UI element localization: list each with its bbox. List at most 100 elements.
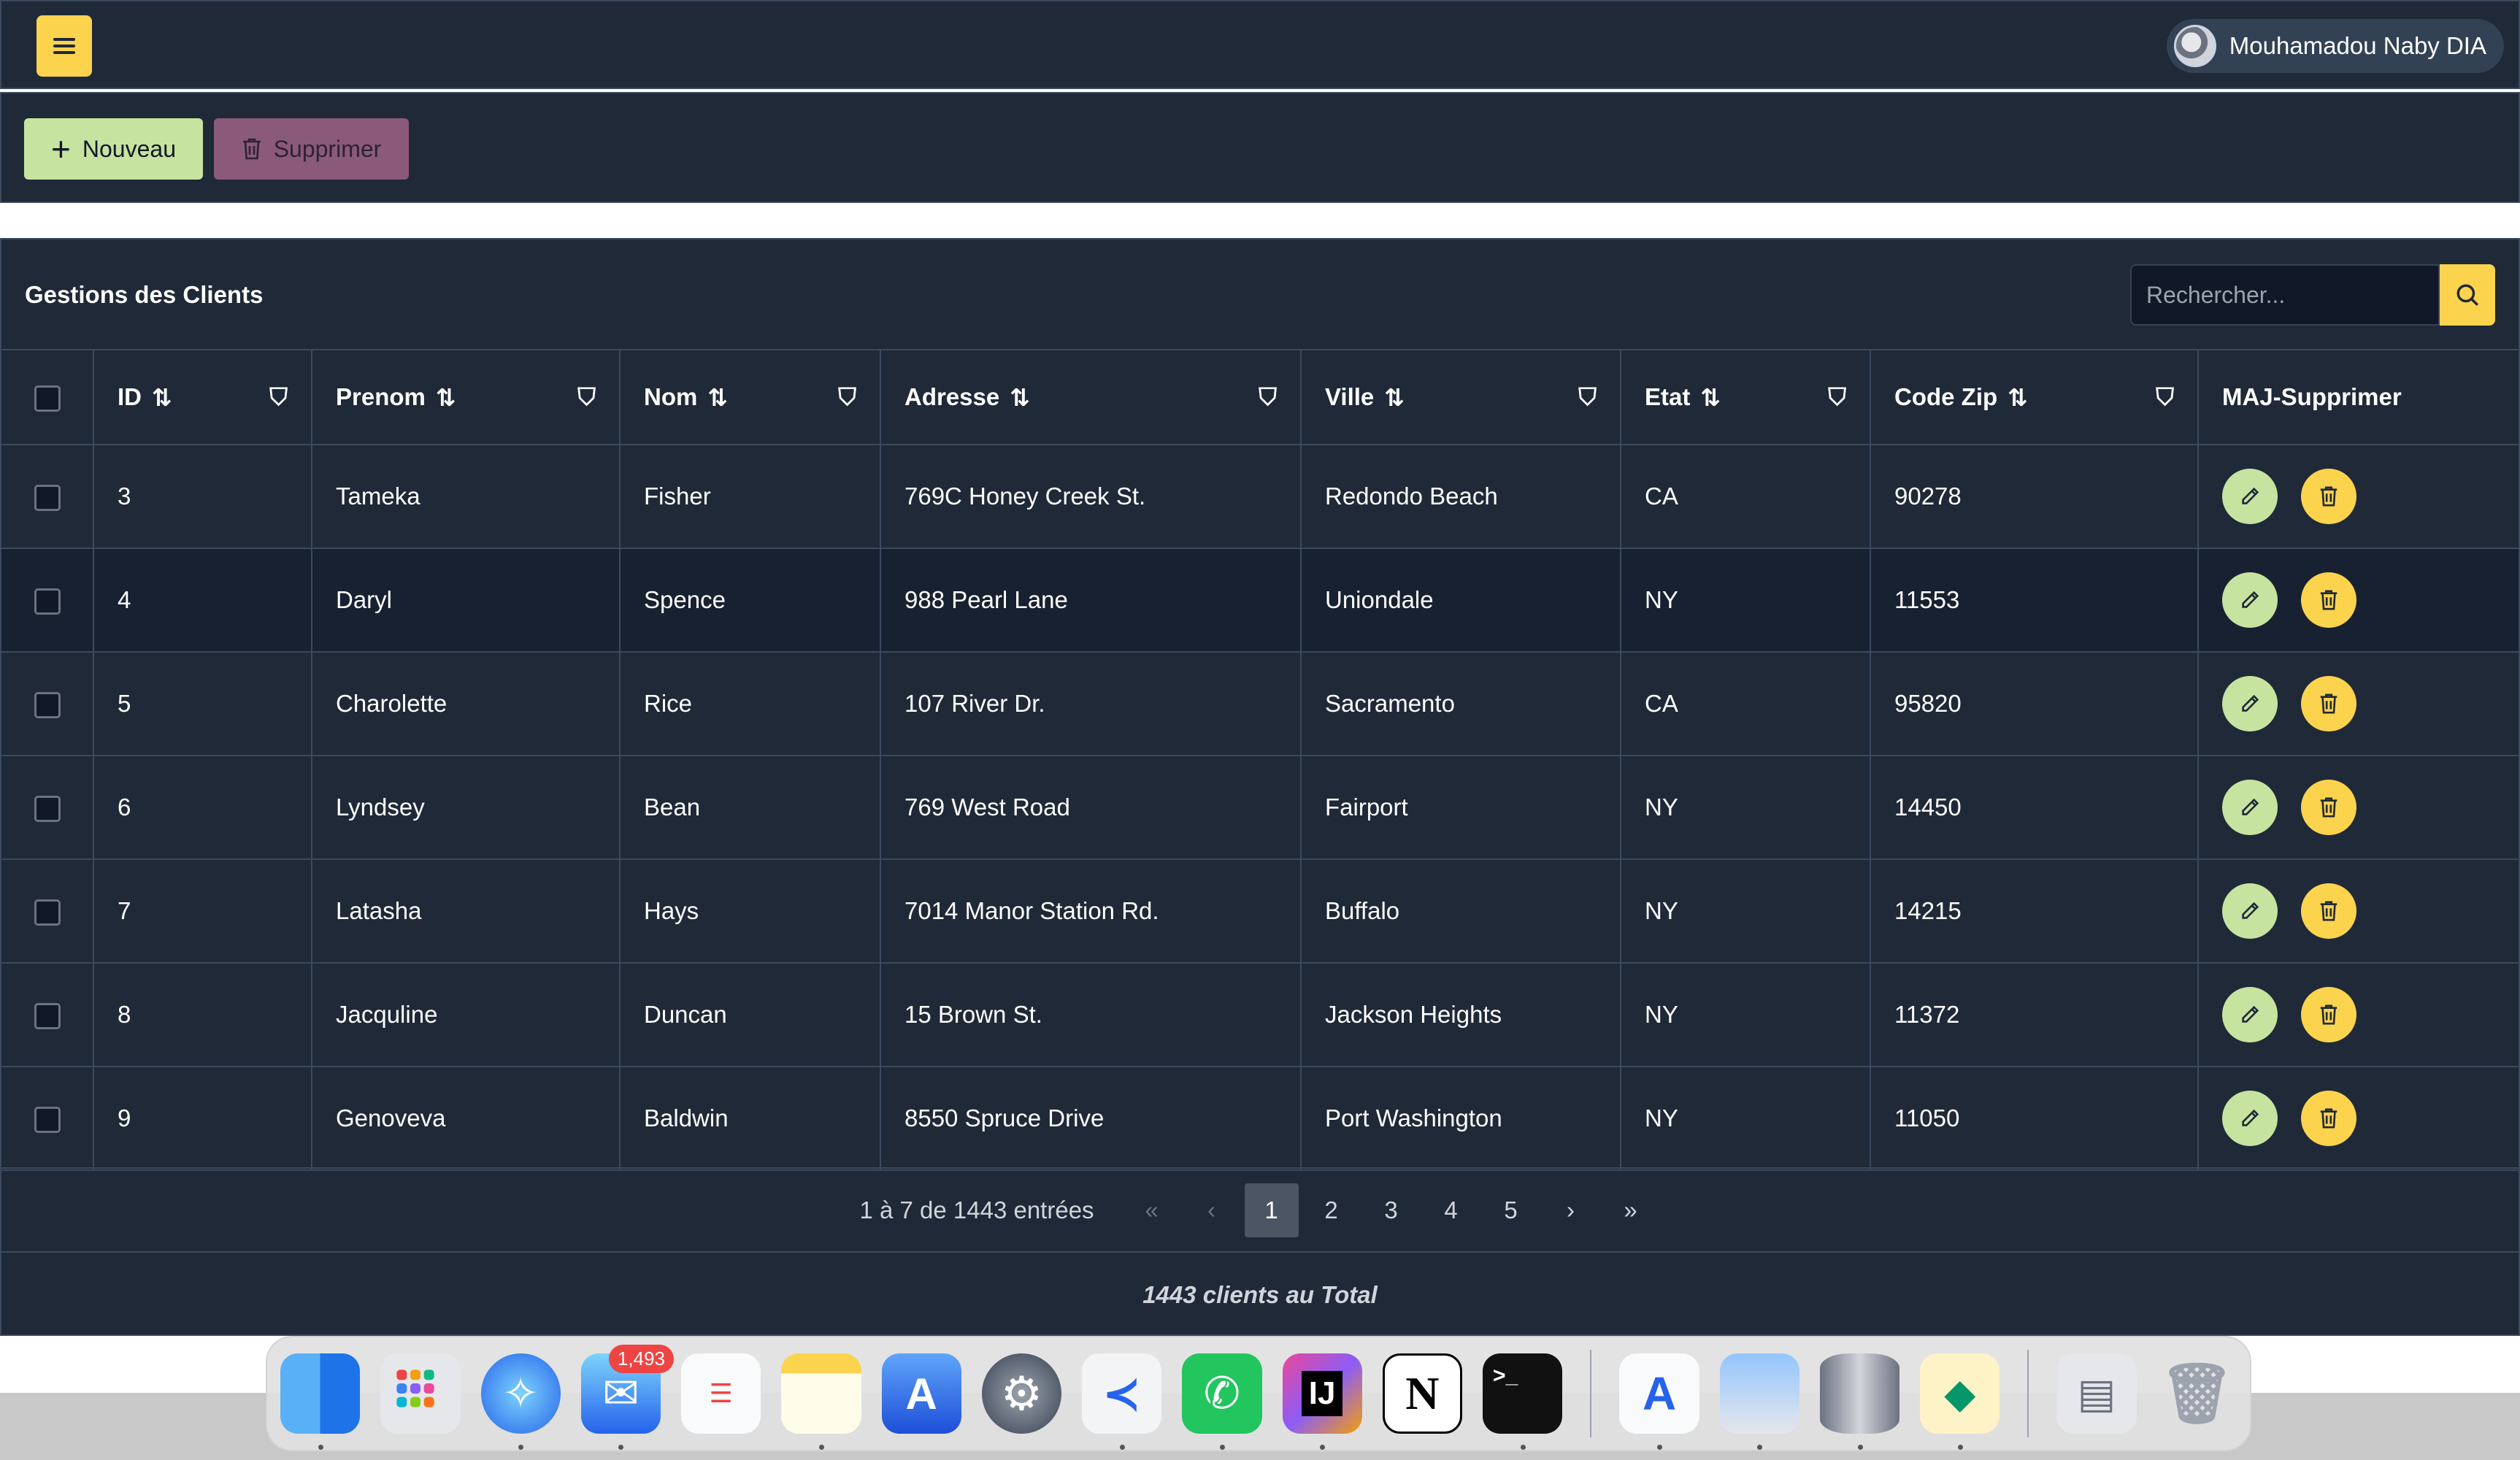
filter-icon[interactable]: ⛉ bbox=[838, 383, 856, 412]
column-header-id[interactable]: ID ⇅ ⛉ bbox=[93, 350, 312, 445]
column-header-nom[interactable]: Nom ⇅ ⛉ bbox=[620, 350, 881, 445]
whatsapp-icon[interactable]: ✆ bbox=[1182, 1353, 1262, 1450]
edit-button[interactable] bbox=[2222, 572, 2278, 628]
row-checkbox[interactable] bbox=[34, 588, 61, 615]
notes-icon[interactable] bbox=[781, 1353, 861, 1450]
delete-row-button[interactable] bbox=[2301, 987, 2356, 1042]
trash-icon bbox=[2319, 589, 2339, 611]
select-all-checkbox[interactable] bbox=[34, 385, 61, 412]
edit-button[interactable] bbox=[2222, 780, 2278, 835]
edit-button[interactable] bbox=[2222, 676, 2278, 731]
row-checkbox[interactable] bbox=[34, 484, 61, 511]
launchpad-icon[interactable] bbox=[380, 1353, 461, 1434]
filter-icon[interactable]: ⛉ bbox=[269, 383, 288, 412]
table-row[interactable]: 5 Charolette Rice 107 River Dr. Sacramento CA… bbox=[1, 652, 2519, 756]
terminal-icon[interactable]: >_ bbox=[1483, 1353, 1563, 1450]
intellij-icon[interactable]: IJ bbox=[1282, 1353, 1362, 1450]
column-header-adresse[interactable]: Adresse ⇅ ⛉ bbox=[880, 350, 1302, 445]
table-row[interactable]: 3 Tameka Fisher 769C Honey Creek St. Redondo… bbox=[1, 445, 2519, 548]
delete-row-button[interactable] bbox=[2301, 1091, 2356, 1146]
cell-nom: Bean bbox=[620, 756, 881, 859]
table-row[interactable]: 4 Daryl Spence 988 Pearl Lane Uniondale NY 115… bbox=[1, 548, 2519, 652]
next-page-button[interactable]: › bbox=[1544, 1183, 1598, 1237]
last-page-button[interactable]: » bbox=[1604, 1183, 1658, 1237]
filter-icon[interactable]: ⛉ bbox=[1828, 383, 1846, 412]
new-button[interactable]: + Nouveau bbox=[24, 118, 203, 180]
menu-button[interactable] bbox=[37, 15, 92, 77]
cell-adresse: 7014 Manor Station Rd. bbox=[880, 859, 1302, 963]
cell-actions bbox=[2198, 445, 2519, 548]
preview-icon[interactable] bbox=[1719, 1353, 1799, 1450]
trash-icon[interactable]: 🗑 bbox=[2157, 1353, 2237, 1434]
sort-icon[interactable]: ⇅ bbox=[1010, 383, 1030, 412]
vscode-icon[interactable]: ≺ bbox=[1082, 1353, 1162, 1450]
app-store-icon[interactable]: A bbox=[881, 1353, 961, 1434]
row-checkbox[interactable] bbox=[34, 1106, 61, 1133]
table-row[interactable]: 7 Latasha Hays 7014 Manor Station Rd. Buffal… bbox=[1, 859, 2519, 963]
xcode-instruments-icon[interactable]: A bbox=[1619, 1353, 1699, 1450]
row-checkbox[interactable] bbox=[34, 1002, 61, 1029]
system-settings-icon[interactable]: ⚙ bbox=[981, 1353, 1061, 1434]
downloads-icon[interactable]: ▤ bbox=[2056, 1353, 2137, 1434]
new-button-label: Nouveau bbox=[82, 135, 176, 162]
filter-icon[interactable]: ⛉ bbox=[1578, 383, 1597, 412]
delete-row-button[interactable] bbox=[2301, 780, 2356, 835]
prev-page-button[interactable]: ‹ bbox=[1185, 1183, 1239, 1237]
hamburger-icon bbox=[53, 38, 75, 54]
delete-button[interactable]: Supprimer bbox=[214, 118, 409, 180]
user-menu[interactable]: Mouhamadou Naby DIA bbox=[2166, 19, 2504, 73]
table-row[interactable]: 8 Jacquline Duncan 15 Brown St. Jackson Heig… bbox=[1, 963, 2519, 1067]
search-input[interactable] bbox=[2130, 264, 2440, 326]
row-checkbox[interactable] bbox=[34, 691, 61, 718]
page-button-1[interactable]: 1 bbox=[1244, 1183, 1299, 1237]
reminders-icon[interactable]: ☰ bbox=[681, 1353, 761, 1434]
edit-button[interactable] bbox=[2222, 883, 2278, 939]
edit-button[interactable] bbox=[2222, 469, 2278, 524]
page-button-3[interactable]: 3 bbox=[1364, 1183, 1418, 1237]
sort-icon[interactable]: ⇅ bbox=[1700, 383, 1721, 412]
row-checkbox[interactable] bbox=[34, 899, 61, 926]
delete-row-button[interactable] bbox=[2301, 572, 2356, 628]
page-button-4[interactable]: 4 bbox=[1424, 1183, 1478, 1237]
sort-icon[interactable]: ⇅ bbox=[707, 383, 728, 412]
edit-button[interactable] bbox=[2222, 1091, 2278, 1146]
cell-id: 9 bbox=[93, 1067, 312, 1170]
trash-icon bbox=[2319, 1107, 2339, 1129]
filter-icon[interactable]: ⛉ bbox=[1259, 383, 1277, 412]
column-header-ville[interactable]: Ville ⇅ ⛉ bbox=[1301, 350, 1621, 445]
filter-icon[interactable]: ⛉ bbox=[577, 383, 596, 412]
sort-icon[interactable]: ⇅ bbox=[152, 383, 172, 412]
plus-icon: + bbox=[51, 130, 71, 168]
delete-row-button[interactable] bbox=[2301, 469, 2356, 524]
finder-icon[interactable] bbox=[280, 1353, 361, 1450]
installer-icon[interactable]: ◆ bbox=[1920, 1353, 2000, 1450]
row-checkbox[interactable] bbox=[34, 795, 61, 822]
mail-icon[interactable]: ✉ 1,493 bbox=[580, 1345, 674, 1450]
database-icon[interactable] bbox=[1819, 1353, 1900, 1450]
filter-icon[interactable]: ⛉ bbox=[2156, 383, 2174, 412]
safari-icon[interactable]: ✧ bbox=[480, 1353, 561, 1450]
sort-icon[interactable]: ⇅ bbox=[436, 383, 456, 412]
cell-id: 3 bbox=[93, 445, 312, 548]
edit-button[interactable] bbox=[2222, 987, 2278, 1042]
pencil-icon bbox=[2239, 693, 2261, 715]
cell-adresse: 107 River Dr. bbox=[880, 652, 1302, 756]
page-button-5[interactable]: 5 bbox=[1484, 1183, 1538, 1237]
column-header-prenom[interactable]: Prenom ⇅ ⛉ bbox=[312, 350, 621, 445]
column-header-zip[interactable]: Code Zip ⇅ ⛉ bbox=[1870, 350, 2199, 445]
table-row[interactable]: 9 Genoveva Baldwin 8550 Spruce Drive Port Wa… bbox=[1, 1067, 2519, 1170]
delete-row-button[interactable] bbox=[2301, 676, 2356, 731]
column-header-etat[interactable]: Etat ⇅ ⛉ bbox=[1621, 350, 1871, 445]
search-icon bbox=[2456, 284, 2479, 307]
delete-row-button[interactable] bbox=[2301, 883, 2356, 939]
dock-separator bbox=[1590, 1350, 1592, 1437]
search-button[interactable] bbox=[2440, 264, 2495, 326]
first-page-button[interactable]: « bbox=[1125, 1183, 1179, 1237]
notion-icon[interactable]: N bbox=[1382, 1353, 1463, 1434]
sort-icon[interactable]: ⇅ bbox=[1384, 383, 1405, 412]
sort-icon[interactable]: ⇅ bbox=[2008, 383, 2028, 412]
trash-icon bbox=[242, 138, 261, 160]
table-row[interactable]: 6 Lyndsey Bean 769 West Road Fairport NY 14450 bbox=[1, 756, 2519, 859]
cell-ville: Uniondale bbox=[1301, 548, 1621, 652]
page-button-2[interactable]: 2 bbox=[1305, 1183, 1359, 1237]
